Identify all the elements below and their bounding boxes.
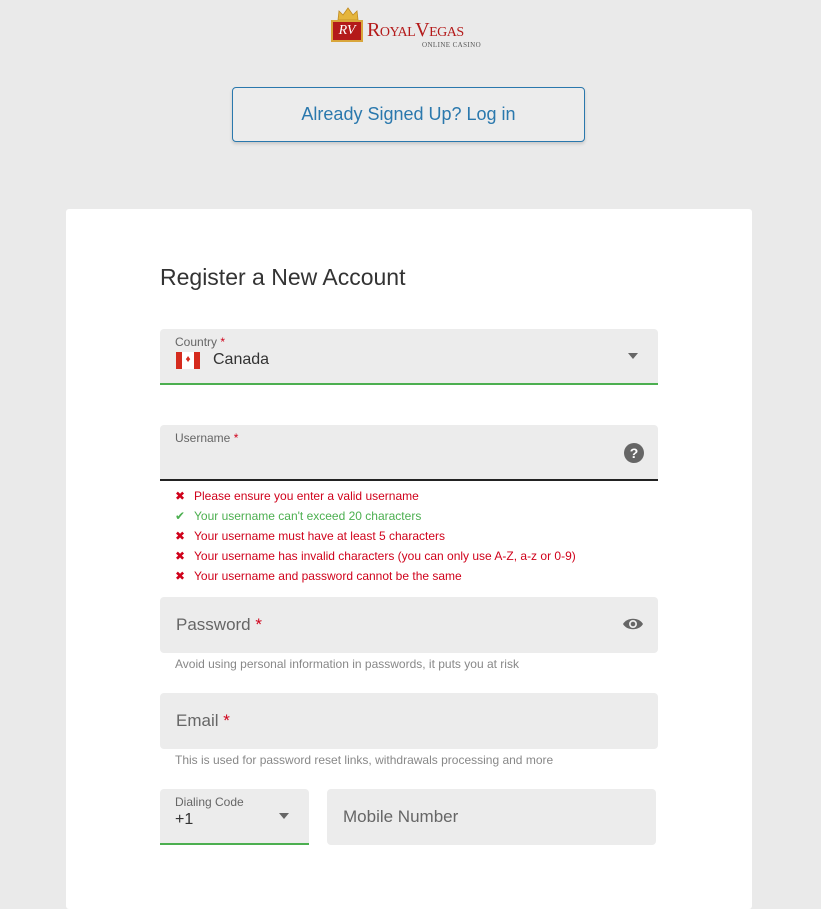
validation-rule: ✖ Please ensure you enter a valid usernam… <box>175 489 419 503</box>
country-select[interactable]: Country * ♦ Canada <box>160 329 658 385</box>
logo-brand-name: RoyalVegas <box>367 19 464 41</box>
x-icon: ✖ <box>175 529 186 543</box>
username-field[interactable]: Username * ? <box>160 425 658 481</box>
dialing-code-value: +1 <box>175 811 194 828</box>
email-hint: This is used for password reset links, w… <box>175 753 554 767</box>
crown-icon <box>337 7 359 21</box>
question-circle-icon[interactable]: ? <box>624 443 644 463</box>
canada-flag-icon: ♦ <box>176 352 200 369</box>
royal-vegas-logo[interactable]: RV RoyalVegas ONLINE CASINO <box>331 7 491 51</box>
chevron-down-icon <box>628 353 638 359</box>
validation-rule: ✖ Your username has invalid characters (y… <box>175 549 576 563</box>
page-title: Register a New Account <box>160 264 406 290</box>
mobile-number-input[interactable]: Mobile Number <box>327 789 656 845</box>
email-field[interactable]: Email * <box>160 693 658 749</box>
x-icon: ✖ <box>175 569 186 583</box>
password-field[interactable]: Password * <box>160 597 658 653</box>
validation-rule: ✖ Your username must have at least 5 char… <box>175 529 446 543</box>
validation-rule: ✖ Your username and password cannot be th… <box>175 569 462 583</box>
password-hint: Avoid using personal information in pass… <box>175 657 519 671</box>
country-value: Canada <box>213 351 270 368</box>
x-icon: ✖ <box>175 549 186 563</box>
check-icon: ✔ <box>175 509 186 523</box>
logo-tagline: ONLINE CASINO <box>422 41 482 49</box>
chevron-down-icon <box>279 813 289 819</box>
country-label: Country * <box>175 335 226 349</box>
email-label: Email * <box>176 711 230 730</box>
mobile-number-placeholder: Mobile Number <box>343 807 459 826</box>
username-label: Username * <box>175 431 239 445</box>
login-button[interactable]: Already Signed Up? Log in <box>232 87 585 142</box>
eye-icon[interactable] <box>622 616 644 632</box>
dialing-code-select[interactable]: Dialing Code +1 <box>160 789 309 845</box>
username-validation-list: ✖ Please ensure you enter a valid usernam… <box>175 488 576 588</box>
dialing-code-label: Dialing Code <box>175 795 244 809</box>
x-icon: ✖ <box>175 489 186 503</box>
logo-badge: RV <box>331 20 363 42</box>
validation-rule: ✔ Your username can't exceed 20 character… <box>175 509 422 523</box>
password-label: Password * <box>176 615 262 634</box>
